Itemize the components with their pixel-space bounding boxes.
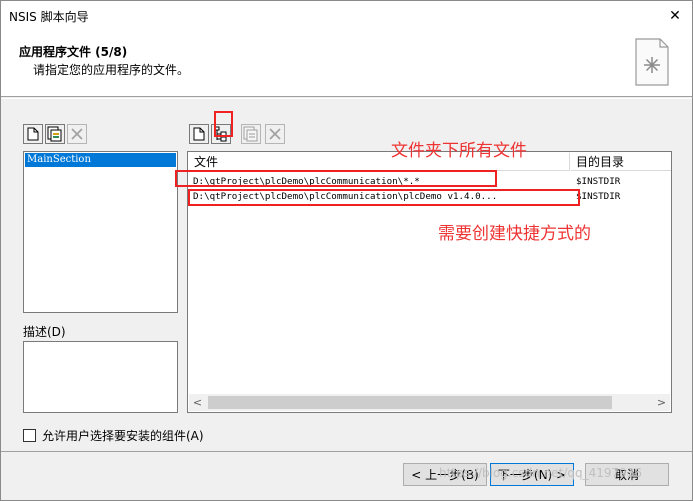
annotation-folder-note: 文件夹下所有文件	[391, 141, 527, 161]
scrollbar-thumb[interactable]	[208, 396, 612, 409]
annotation-box-folder-row	[175, 170, 497, 187]
annotation-box-shortcut-row	[188, 189, 580, 206]
new-document-icon	[27, 127, 39, 141]
destination-dir: $INSTDIR	[576, 191, 621, 202]
wizard-window: NSIS 脚本向导 ✕ 应用程序文件 (5/8) 请指定您的应用程序的文件。 M…	[0, 0, 693, 501]
delete-x-icon	[71, 128, 83, 140]
wizard-header: 应用程序文件 (5/8) 请指定您的应用程序的文件。	[1, 31, 692, 97]
checkbox-label: 允许用户选择要安装的组件(A)	[42, 429, 204, 443]
edit-file-button[interactable]	[241, 124, 261, 144]
delete-file-button[interactable]	[265, 124, 285, 144]
edit-document-icon	[243, 126, 258, 142]
destination-dir: $INSTDIR	[576, 176, 621, 187]
allow-component-select-checkbox[interactable]: 允许用户选择要安装的组件(A)	[23, 427, 204, 444]
annotation-shortcut-note: 需要创建快捷方式的	[438, 224, 591, 244]
document-star-icon	[635, 38, 669, 86]
delete-section-button[interactable]	[67, 124, 87, 144]
page-subtitle: 请指定您的应用程序的文件。	[33, 63, 190, 77]
column-header-destination[interactable]: 目的目录	[571, 153, 671, 171]
window-title: NSIS 脚本向导	[9, 10, 89, 24]
close-button[interactable]: ✕	[664, 5, 686, 27]
checkbox-box[interactable]	[23, 429, 36, 442]
delete-x-icon	[269, 128, 281, 140]
header-separator	[1, 98, 692, 99]
horizontal-scrollbar[interactable]: < >	[189, 394, 670, 411]
new-file-icon	[193, 127, 205, 141]
description-label: 描述(D)	[23, 325, 66, 339]
page-title: 应用程序文件 (5/8)	[19, 45, 128, 59]
watermark: https://blog.csdn.net/qq_4197936	[439, 466, 643, 480]
add-group-button[interactable]	[45, 124, 65, 144]
add-file-button[interactable]	[189, 124, 209, 144]
add-section-button[interactable]	[23, 124, 43, 144]
title-bar: NSIS 脚本向导 ✕	[1, 1, 692, 31]
footer-separator	[1, 451, 692, 452]
section-item-mainsection[interactable]: MainSection	[25, 153, 176, 167]
sections-list[interactable]: MainSection	[23, 151, 178, 313]
document-group-icon	[47, 126, 62, 142]
annotation-box-tree-button	[214, 111, 233, 137]
description-box	[23, 341, 178, 413]
scroll-left-arrow[interactable]: <	[189, 394, 206, 411]
scroll-right-arrow[interactable]: >	[653, 394, 670, 411]
